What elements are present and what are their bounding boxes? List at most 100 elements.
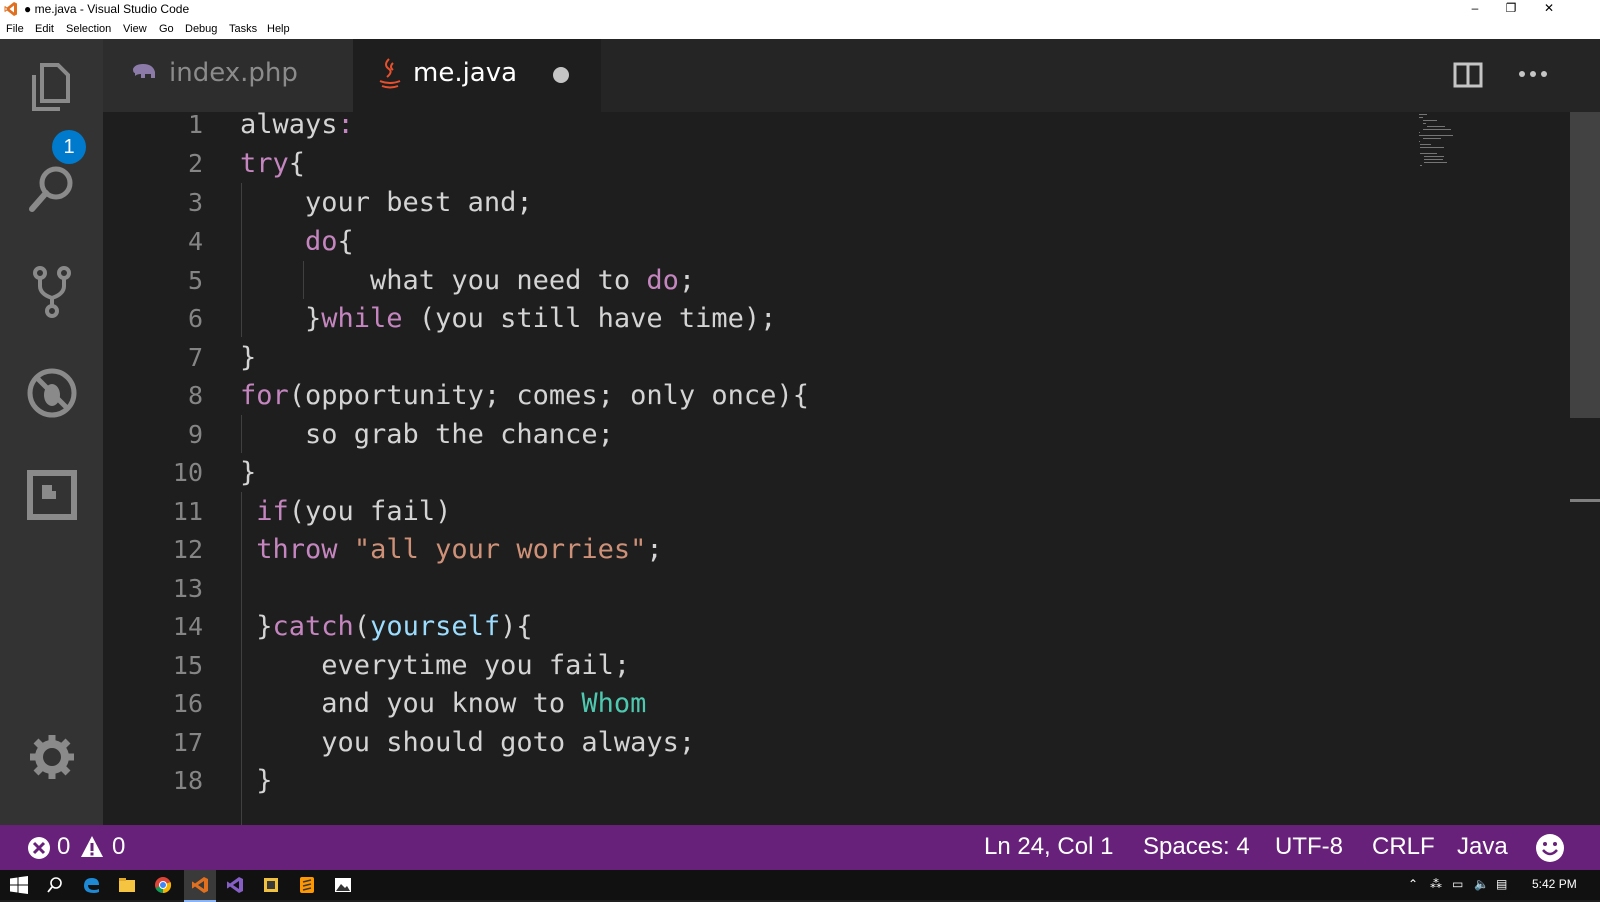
action-center-icon[interactable]: ▤: [1496, 877, 1507, 891]
line-number: 8: [187, 381, 203, 410]
php-elephant-icon: [133, 64, 155, 78]
code-line: }: [240, 765, 273, 796]
taskbar-search-icon[interactable]: [46, 876, 64, 894]
more-actions-icon[interactable]: [1518, 69, 1548, 79]
extensions-icon: [27, 470, 77, 520]
debug-no-bug-icon: [27, 368, 77, 418]
scrollbar-position-marker: [1570, 499, 1600, 502]
search-icon: [29, 166, 73, 212]
vertical-scrollbar[interactable]: [1570, 112, 1600, 825]
menu-help[interactable]: Help: [267, 23, 290, 35]
tray-chevron-icon[interactable]: ⌃: [1408, 877, 1418, 891]
error-icon[interactable]: [27, 836, 51, 860]
indentation-setting[interactable]: Spaces: 4: [1143, 833, 1250, 861]
menu-debug[interactable]: Debug: [185, 23, 217, 35]
code-line: do{: [305, 226, 354, 257]
search-button[interactable]: [22, 159, 82, 219]
line-number: 17: [172, 728, 203, 757]
status-bar: 0 0 Ln 24, Col 1 Spaces: 4 UTF-8 CRLF Ja…: [0, 825, 1600, 870]
line-number: 7: [187, 343, 203, 372]
tab-bar: index.php me.java: [103, 39, 1600, 112]
minimize-button[interactable]: –: [1456, 0, 1494, 19]
volume-icon[interactable]: 🔈: [1474, 877, 1489, 891]
vscode-taskbar-icon: [192, 877, 208, 893]
code-line: you should goto always;: [240, 727, 696, 758]
battery-icon[interactable]: ▭: [1452, 877, 1463, 891]
code-line: }: [240, 342, 257, 373]
line-number: 5: [187, 266, 203, 295]
line-number: 2: [187, 149, 203, 178]
code-line: so grab the chance;: [240, 419, 614, 450]
line-number: 12: [172, 535, 203, 564]
warning-count[interactable]: 0: [112, 833, 125, 861]
language-mode[interactable]: Java: [1457, 833, 1508, 861]
feedback-smiley-icon[interactable]: [1535, 833, 1565, 863]
settings-button[interactable]: [22, 727, 82, 787]
source-control-icon: [33, 266, 71, 318]
code-line: what you need to do;: [240, 265, 696, 296]
line-number: 6: [187, 304, 203, 333]
source-control-button[interactable]: [22, 261, 82, 321]
code-line: try{: [240, 148, 306, 179]
tab-label: me.java: [413, 58, 518, 88]
line-number: 13: [172, 574, 203, 603]
file-explorer-icon[interactable]: [118, 876, 136, 894]
sublime-text-icon[interactable]: [298, 876, 316, 894]
code-line: }while (you still have time);: [240, 303, 777, 334]
chrome-icon[interactable]: [154, 876, 172, 894]
code-line: your best and;: [240, 187, 533, 218]
windows-taskbar: ⌃ ⁂ ▭ 🔈 ▤ 5:42 PM: [0, 870, 1600, 902]
scrollbar-thumb[interactable]: [1570, 112, 1600, 418]
menu-bar: File Edit Selection View Go Debug Tasks …: [0, 19, 1600, 39]
eol-setting[interactable]: CRLF: [1372, 833, 1435, 861]
minimap[interactable]: [1419, 112, 1519, 192]
debug-button[interactable]: [22, 363, 82, 423]
line-number: 4: [187, 227, 203, 256]
tab-index-php[interactable]: index.php: [103, 39, 353, 112]
visual-studio-icon[interactable]: [226, 876, 244, 894]
menu-tasks[interactable]: Tasks: [229, 23, 257, 35]
window-title: ● me.java - Visual Studio Code: [24, 2, 190, 16]
line-number: 10: [172, 458, 203, 487]
code-line: always:: [240, 112, 354, 140]
tab-me-java[interactable]: me.java: [353, 39, 601, 112]
vscode-logo-icon: [4, 2, 17, 16]
code-line: everytime you fail;: [240, 650, 631, 681]
edge-browser-icon[interactable]: [82, 876, 100, 894]
line-number: 18: [172, 766, 203, 795]
menu-file[interactable]: File: [6, 23, 24, 35]
code-line: if(you fail): [256, 496, 452, 527]
menu-edit[interactable]: Edit: [35, 23, 54, 35]
app-icon[interactable]: [262, 876, 280, 894]
title-bar: ● me.java - Visual Studio Code – ❐ ✕: [0, 0, 1600, 19]
explorer-button[interactable]: [22, 57, 82, 117]
menu-go[interactable]: Go: [159, 23, 174, 35]
line-number: 3: [187, 188, 203, 217]
code-line: }catch(yourself){: [240, 611, 533, 642]
close-button[interactable]: ✕: [1530, 0, 1568, 19]
error-count[interactable]: 0: [57, 833, 70, 861]
network-icon[interactable]: ⁂: [1430, 877, 1442, 891]
code-content: always: try{ your best and; do{ what you…: [240, 112, 809, 796]
line-number: 16: [172, 689, 203, 718]
line-number: 11: [172, 497, 203, 526]
cursor-position[interactable]: Ln 24, Col 1: [984, 833, 1113, 861]
clock[interactable]: 5:42 PM: [1532, 877, 1577, 891]
tab-label: index.php: [169, 58, 298, 88]
photos-icon[interactable]: [334, 876, 352, 894]
windows-start-icon[interactable]: [10, 876, 28, 894]
warning-icon[interactable]: [80, 835, 104, 859]
line-number: 1: [187, 112, 203, 139]
encoding-setting[interactable]: UTF-8: [1275, 833, 1343, 861]
taskbar-vscode-active[interactable]: [184, 870, 216, 902]
unsaved-dot-icon[interactable]: [553, 67, 569, 83]
restore-button[interactable]: ❐: [1492, 0, 1530, 19]
menu-view[interactable]: View: [123, 23, 147, 35]
activity-bar: 1: [0, 39, 103, 825]
code-line: throw "all your worries";: [256, 534, 663, 565]
code-editor[interactable]: 1 2 3 4 5 6 7 8 9 10 11 12 13 14 15 16 1…: [103, 112, 1600, 825]
menu-selection[interactable]: Selection: [66, 23, 111, 35]
split-editor-icon[interactable]: [1453, 61, 1483, 89]
code-line: and you know to Whom: [240, 688, 647, 719]
extensions-button[interactable]: [22, 465, 82, 525]
